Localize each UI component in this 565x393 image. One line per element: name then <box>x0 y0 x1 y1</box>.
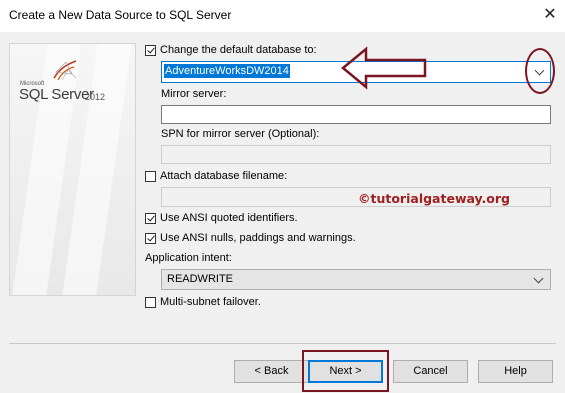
change-db-label: Change the default database to: <box>160 44 317 56</box>
ansi-quoted-label: Use ANSI quoted identifiers. <box>160 212 298 224</box>
close-icon[interactable]: ✕ <box>538 4 562 26</box>
chevron-down-icon <box>533 273 544 284</box>
mirror-server-label: Mirror server: <box>161 88 227 100</box>
default-database-value: AdventureWorksDW2014 <box>164 64 290 78</box>
app-intent-label: Application intent: <box>145 252 232 264</box>
next-button[interactable]: Next > <box>308 360 383 383</box>
back-button[interactable]: < Back <box>234 360 309 383</box>
ansi-nulls-checkbox[interactable] <box>145 233 156 244</box>
cancel-button[interactable]: Cancel <box>393 360 468 383</box>
footer-separator <box>9 343 556 344</box>
ansi-nulls-label: Use ANSI nulls, paddings and warnings. <box>160 232 356 244</box>
sql-server-logo-icon <box>53 60 77 81</box>
annotation-circle <box>525 48 555 94</box>
ansi-quoted-checkbox[interactable] <box>145 213 156 224</box>
change-db-checkbox[interactable] <box>145 45 156 56</box>
annotation-arrow-icon <box>341 46 427 90</box>
app-intent-select[interactable]: READWRITE <box>161 269 551 290</box>
multi-subnet-checkbox[interactable] <box>145 297 156 308</box>
app-intent-value: READWRITE <box>167 273 233 285</box>
help-button[interactable]: Help <box>478 360 553 383</box>
spn-label: SPN for mirror server (Optional): <box>161 128 320 140</box>
spn-input[interactable] <box>161 145 551 164</box>
logo-version-text: 2012 <box>85 92 106 102</box>
watermark-text: ©tutorialgateway.org <box>358 191 510 206</box>
attach-db-label: Attach database filename: <box>160 170 288 182</box>
mirror-server-input[interactable] <box>161 105 551 124</box>
multi-subnet-label: Multi-subnet failover. <box>160 296 261 308</box>
logo-product-text: SQL Server <box>19 86 94 103</box>
window-title: Create a New Data Source to SQL Server <box>9 8 232 22</box>
attach-db-checkbox[interactable] <box>145 171 156 182</box>
